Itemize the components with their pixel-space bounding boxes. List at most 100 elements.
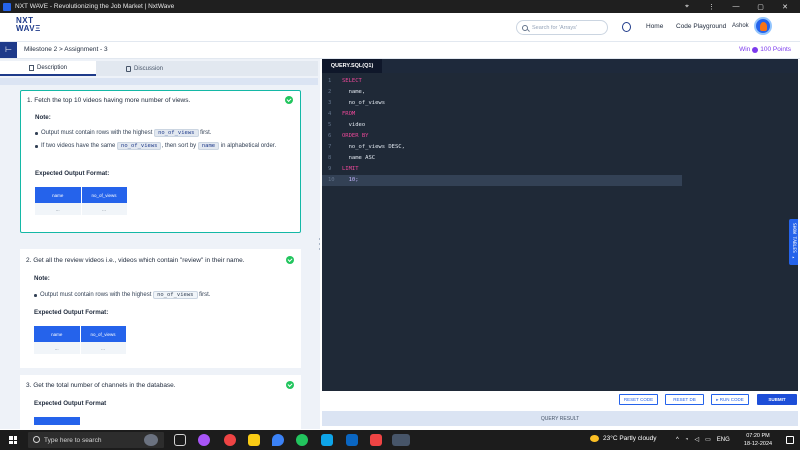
line-number: 5 bbox=[328, 122, 332, 128]
note-heading: Note: bbox=[34, 275, 50, 282]
column-header: name bbox=[34, 326, 81, 342]
search-placeholder: Search for 'Arrays' bbox=[532, 24, 577, 31]
maximize-button[interactable]: ▢ bbox=[754, 3, 768, 11]
run-code-button[interactable]: ▸ RUN CODE bbox=[711, 394, 749, 405]
tab-discussion-label: Discussion bbox=[134, 65, 164, 72]
search-input[interactable]: Search for 'Arrays' bbox=[516, 20, 608, 35]
tab-description[interactable]: Description bbox=[0, 61, 96, 76]
whatsapp-icon[interactable] bbox=[296, 434, 308, 446]
nav-code-playground[interactable]: Code Playground bbox=[676, 23, 726, 30]
reset-code-button[interactable]: RESET CODE bbox=[619, 394, 658, 405]
code-line[interactable]: 2 name, bbox=[322, 87, 682, 98]
code-text: no_of_views DESC, bbox=[342, 144, 405, 150]
battery-icon[interactable]: ▭ bbox=[705, 436, 711, 443]
code-line[interactable]: 3 no_of_views bbox=[322, 98, 682, 109]
line-number: 8 bbox=[328, 155, 332, 161]
tab-discussion[interactable]: Discussion bbox=[96, 61, 318, 76]
bullet-text: Output must contain rows with the highes… bbox=[41, 130, 155, 136]
bullet-text: , then sort by bbox=[161, 143, 198, 149]
language-indicator[interactable]: ENG bbox=[717, 437, 730, 443]
code-line[interactable]: 1 SELECT bbox=[322, 76, 682, 87]
column-header: name bbox=[35, 187, 82, 203]
notification-icon[interactable] bbox=[786, 436, 794, 444]
task-view-icon[interactable] bbox=[174, 434, 186, 446]
site-header: NXT WAVΞ Search for 'Arrays' Home Code P… bbox=[0, 13, 800, 42]
question-card-1[interactable]: 1. Fetch the top 10 videos having more n… bbox=[20, 90, 301, 233]
code-text: ORDER BY bbox=[342, 133, 369, 139]
line-number: 4 bbox=[328, 111, 332, 117]
avatar[interactable] bbox=[754, 17, 772, 35]
logo-line2: WAVΞ bbox=[16, 24, 41, 33]
active-browser-icon[interactable] bbox=[392, 434, 410, 446]
windows-taskbar: Type here to search 23°C Partly cloudy ^… bbox=[0, 430, 800, 450]
code-line[interactable]: 9 LIMIT bbox=[322, 164, 682, 175]
show-tables-button[interactable]: SHOW TABLES ▸ bbox=[789, 219, 798, 265]
chevron-up-icon[interactable]: ^ bbox=[676, 437, 679, 443]
code-text: video bbox=[342, 122, 366, 128]
problem-panel: Description Discussion 1. Fetch the top … bbox=[0, 59, 320, 429]
completed-check-icon bbox=[286, 381, 294, 389]
table-cell: ... bbox=[80, 342, 127, 354]
line-number: 9 bbox=[328, 166, 332, 172]
minimize-button[interactable]: — bbox=[729, 3, 743, 11]
linkedin-icon[interactable] bbox=[346, 434, 358, 446]
tab-query-sql[interactable]: QUERY.SQL(Q1) bbox=[322, 59, 382, 73]
outlook-icon[interactable] bbox=[321, 434, 333, 446]
gamification-icon[interactable] bbox=[622, 22, 631, 32]
windows-start-icon[interactable] bbox=[9, 436, 17, 444]
code-editor[interactable]: 1 SELECT 2 name, 3 no_of_views 4 FROM 5 video 6… bbox=[322, 73, 798, 391]
extensions-icon[interactable]: ⌖ bbox=[680, 3, 694, 11]
code-snippet: name bbox=[197, 142, 220, 150]
completed-check-icon bbox=[286, 256, 294, 264]
nxtwave-logo[interactable]: NXT WAVΞ bbox=[16, 17, 41, 33]
sidebar-toggle-button[interactable]: ⊢ bbox=[0, 42, 17, 58]
query-result-panel[interactable]: QUERY RESULT bbox=[322, 411, 798, 426]
problem-tabs: Description Discussion bbox=[0, 61, 318, 76]
tab-description-label: Description bbox=[36, 64, 67, 71]
user-name[interactable]: Ashok bbox=[732, 23, 749, 29]
code-line[interactable]: 4 FROM bbox=[322, 109, 682, 120]
breadcrumb[interactable]: Milestone 2 > Assignment - 3 bbox=[24, 46, 108, 53]
question-card-3[interactable]: 3. Get the total number of channels in t… bbox=[20, 375, 301, 429]
more-options-icon[interactable]: ⋮ bbox=[705, 3, 719, 11]
network-icon[interactable]: ◔ bbox=[685, 437, 689, 443]
code-line[interactable]: 7 no_of_views DESC, bbox=[322, 142, 682, 153]
code-line[interactable]: 10 10; bbox=[322, 175, 682, 186]
close-button[interactable]: ✕ bbox=[778, 3, 792, 11]
note-bullet: Output must contain rows with the highes… bbox=[34, 291, 290, 300]
reset-db-button[interactable]: RESET DB bbox=[665, 394, 704, 405]
line-number: 2 bbox=[328, 89, 332, 95]
code-line[interactable]: 8 name ASC bbox=[322, 153, 682, 164]
clock-time: 07:20 PM bbox=[746, 433, 770, 439]
drop-app-icon[interactable] bbox=[272, 434, 284, 446]
bullet-text: If two videos have the same bbox=[41, 143, 118, 149]
code-text: FROM bbox=[342, 111, 356, 117]
question-card-2[interactable]: 2. Get all the review videos i.e., video… bbox=[20, 249, 301, 368]
completed-check-icon bbox=[285, 96, 293, 104]
chrome-icon[interactable] bbox=[224, 434, 236, 446]
nav-home[interactable]: Home bbox=[646, 23, 663, 30]
expected-output-table-header bbox=[34, 417, 80, 425]
code-snippet: no_of_views bbox=[154, 129, 199, 137]
search-highlight-icon[interactable] bbox=[144, 434, 158, 446]
note-bullet: If two videos have the same no_of_views,… bbox=[35, 142, 291, 151]
copilot-icon[interactable] bbox=[198, 434, 210, 446]
weather-widget[interactable]: 23°C Partly cloudy bbox=[590, 435, 657, 442]
code-line[interactable]: 6 ORDER BY bbox=[322, 131, 682, 142]
office-icon[interactable] bbox=[370, 434, 382, 446]
volume-icon[interactable]: ◁ bbox=[694, 436, 699, 443]
line-number: 3 bbox=[328, 100, 332, 106]
code-text: name ASC bbox=[342, 155, 376, 161]
expected-output-table: name no_of_views ... ... bbox=[34, 326, 127, 354]
file-explorer-icon[interactable] bbox=[248, 434, 260, 446]
submit-button[interactable]: SUBMIT bbox=[757, 394, 797, 405]
note-heading: Note: bbox=[35, 114, 51, 121]
browser-titlebar: NXT WAVE - Revolutionizing the Job Marke… bbox=[0, 0, 800, 13]
code-line[interactable]: 5 video bbox=[322, 120, 682, 131]
taskbar-clock[interactable]: 07:20 PM 18-12-2024 bbox=[740, 432, 776, 448]
line-number: 10 bbox=[328, 177, 335, 183]
panel-divider bbox=[0, 78, 318, 85]
code-text: LIMIT bbox=[342, 166, 359, 172]
code-text: name, bbox=[342, 89, 366, 95]
note-bullet: Output must contain rows with the highes… bbox=[35, 129, 291, 138]
